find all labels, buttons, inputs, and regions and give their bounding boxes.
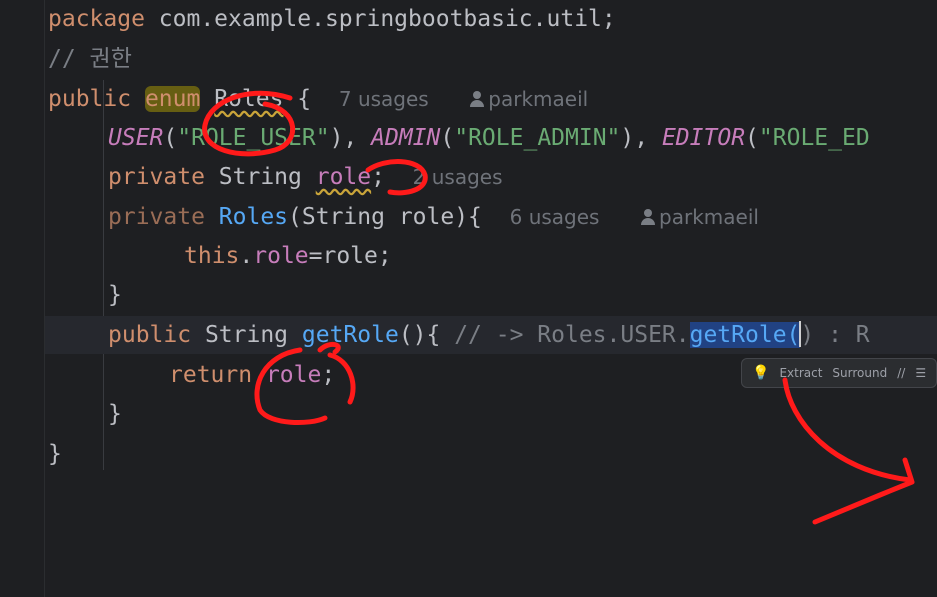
circle-annotation-field <box>365 159 428 196</box>
circle-annotation-roles <box>202 90 295 157</box>
code-editor[interactable]: package com.example.springbootbasic.util… <box>0 0 937 597</box>
circle-annotation-return <box>254 347 356 425</box>
arrow-annotation <box>782 377 913 483</box>
circle-annotation-getter <box>317 341 341 355</box>
pen-annotations <box>202 90 915 525</box>
